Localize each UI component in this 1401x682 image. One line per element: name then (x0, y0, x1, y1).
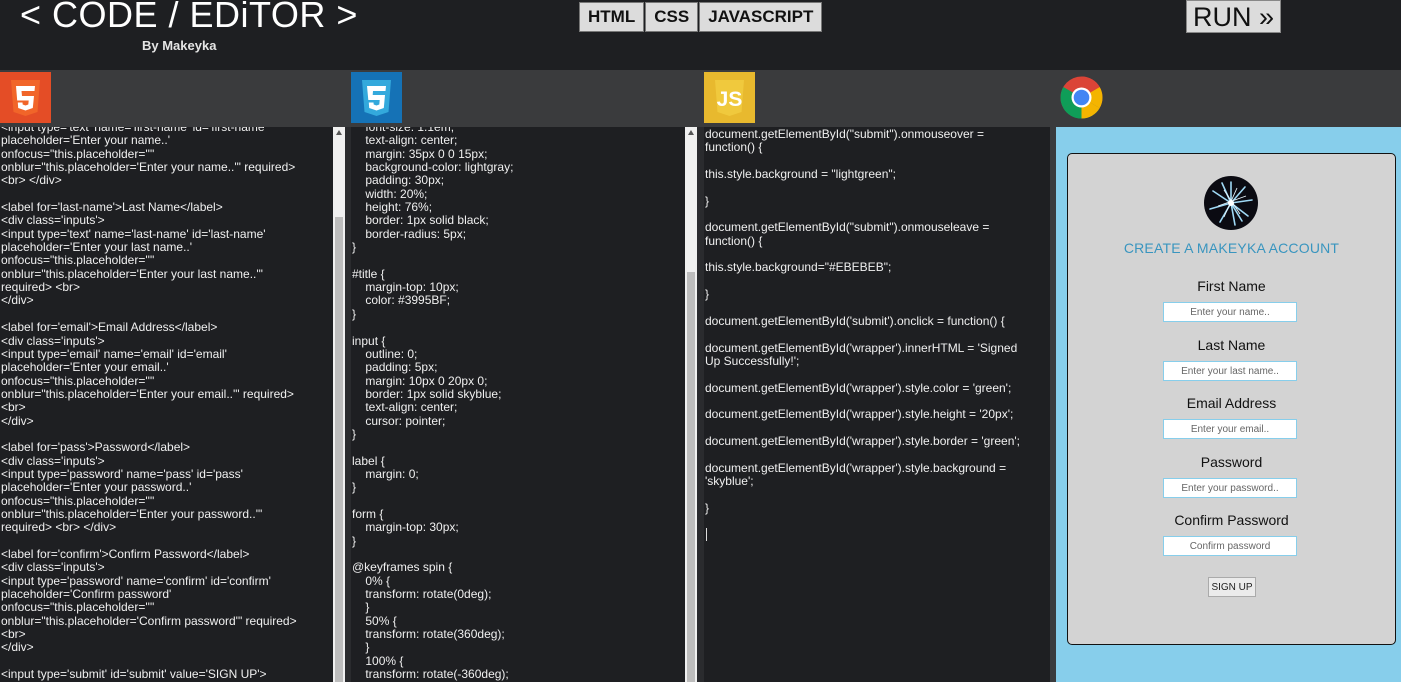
scroll-up-icon[interactable] (688, 130, 694, 135)
js-icon: JS (704, 72, 755, 123)
email-input[interactable] (1163, 419, 1297, 439)
confirm-password-label: Confirm Password (1174, 512, 1289, 528)
html-code-text: <input type='text' name='first-name' id=… (1, 127, 297, 682)
brand-title: < CODE / EDiTOR > (20, 0, 358, 35)
password-label: Password (1200, 454, 1263, 470)
last-name-input[interactable] (1163, 361, 1297, 381)
chrome-icon (1060, 76, 1103, 119)
brand-byline: By Makeyka (142, 38, 217, 53)
css-code-editor[interactable]: font-size: 1.1em; text-align: center; ma… (351, 127, 684, 682)
js-code-text: document.getElementById("submit").onmous… (705, 127, 1020, 515)
language-tabs: HTML CSS JAVASCRIPT (579, 2, 823, 32)
css-editor-scrollbar[interactable] (685, 127, 697, 682)
password-input[interactable] (1163, 478, 1297, 498)
sign-up-button[interactable]: SIGN UP (1208, 577, 1256, 597)
burst-logo-icon (1209, 181, 1253, 226)
form-title: CREATE A MAKEYKA ACCOUNT (1123, 240, 1340, 256)
makeyka-logo (1204, 176, 1258, 230)
email-label: Email Address (1186, 395, 1277, 411)
panel-divider[interactable] (697, 127, 704, 682)
tab-html[interactable]: HTML (579, 2, 645, 32)
first-name-input[interactable] (1163, 302, 1297, 322)
scrollbar-thumb[interactable] (687, 272, 695, 682)
js-code-editor[interactable]: document.getElementById("submit").onmous… (704, 127, 1050, 682)
html5-icon (0, 72, 51, 123)
tab-javascript[interactable]: JAVASCRIPT (699, 2, 823, 32)
tab-css[interactable]: CSS (645, 2, 699, 32)
scroll-up-icon[interactable] (336, 130, 342, 135)
css-code-text: font-size: 1.1em; text-align: center; ma… (352, 127, 514, 682)
text-cursor (706, 528, 707, 541)
css3-icon (351, 72, 402, 123)
first-name-label: First Name (1197, 278, 1266, 294)
html-code-editor[interactable]: <input type='text' name='first-name' id=… (0, 127, 332, 682)
panel-icon-strip: JS (0, 70, 1401, 127)
run-button[interactable]: RUN » (1186, 0, 1281, 33)
html-editor-scrollbar[interactable] (333, 127, 345, 682)
last-name-label: Last Name (1197, 337, 1266, 353)
confirm-password-input[interactable] (1163, 536, 1297, 556)
editor-header: < CODE / EDiTOR > By Makeyka HTML CSS JA… (0, 0, 1401, 70)
live-preview: CREATE A MAKEYKA ACCOUNT First Name Last… (1056, 127, 1401, 682)
signup-form-card: CREATE A MAKEYKA ACCOUNT First Name Last… (1067, 153, 1396, 645)
svg-text:JS: JS (717, 88, 743, 111)
scrollbar-thumb[interactable] (335, 217, 343, 682)
